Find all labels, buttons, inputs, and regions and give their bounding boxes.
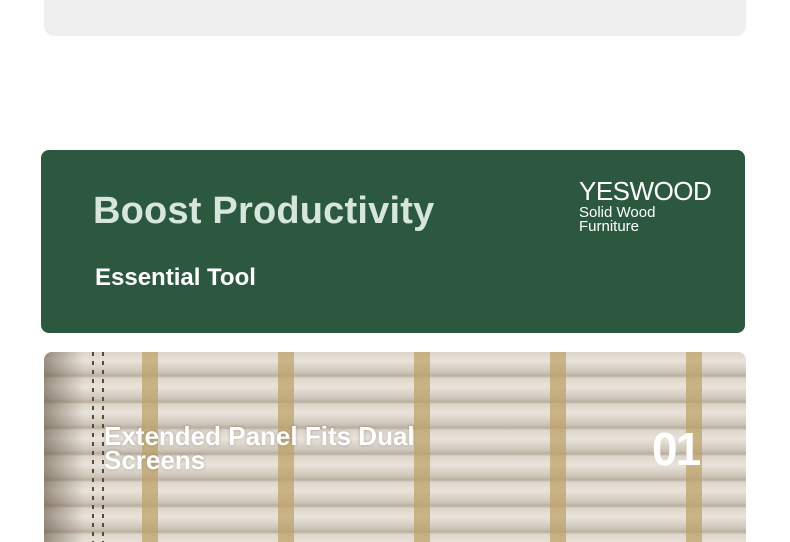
blind-cord [92, 352, 94, 542]
feature-number: 01 [652, 423, 701, 475]
banner-subline: Essential Tool [95, 264, 256, 291]
brand-tagline-line2: Furniture [579, 218, 640, 235]
feature-card: Extended Panel Fits Dual Screens 01 [44, 352, 746, 542]
promo-banner: Boost Productivity Essential Tool YESWOO… [41, 150, 745, 333]
feature-title: Extended Panel Fits Dual Screens [104, 421, 415, 475]
feature-image-shade [44, 352, 84, 542]
banner-headline: Boost Productivity [93, 190, 435, 232]
top-card [44, 0, 746, 36]
brand-logo: YESWOOD Solid Wood Furniture [579, 176, 712, 235]
brand-name: YESWOOD [579, 176, 712, 206]
